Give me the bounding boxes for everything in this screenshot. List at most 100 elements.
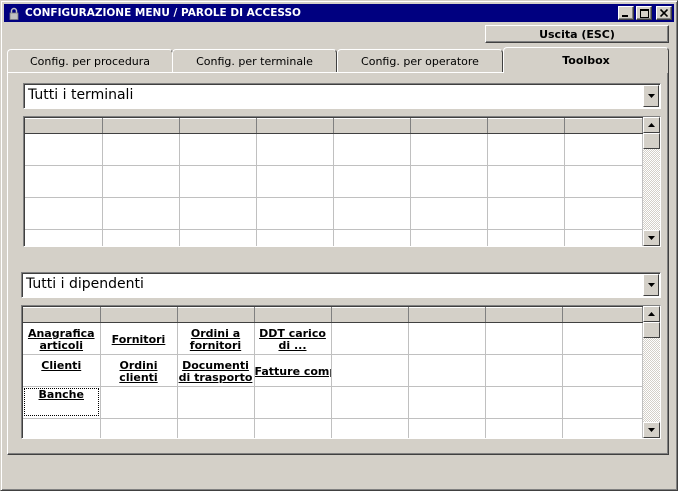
table-cell[interactable] xyxy=(487,165,565,198)
table-cell[interactable] xyxy=(100,418,178,438)
scroll-down-button[interactable] xyxy=(643,422,660,438)
table-cell[interactable] xyxy=(25,229,103,246)
column-header[interactable] xyxy=(256,118,334,134)
scroll-thumb[interactable] xyxy=(643,133,660,149)
table-cell[interactable] xyxy=(25,133,103,166)
table-cell[interactable] xyxy=(179,229,257,246)
column-header[interactable] xyxy=(254,307,332,323)
column-header[interactable] xyxy=(102,118,180,134)
table-cell[interactable] xyxy=(177,418,255,438)
column-header[interactable] xyxy=(487,118,565,134)
exit-button[interactable]: Uscita (ESC) xyxy=(485,25,669,43)
toolbox-link-fornitori[interactable]: Fornitori xyxy=(101,332,177,346)
tab-config-operatore[interactable]: Config. per operatore xyxy=(337,49,503,72)
table-cell[interactable] xyxy=(564,229,643,246)
table-cell[interactable] xyxy=(25,197,103,230)
toolbox-link-clienti[interactable]: Clienti xyxy=(23,358,99,384)
table-cell[interactable] xyxy=(487,229,565,246)
table-cell[interactable] xyxy=(408,354,486,387)
table-cell[interactable]: Documenti di trasporto xyxy=(177,354,255,387)
column-header[interactable] xyxy=(100,307,178,323)
column-header[interactable] xyxy=(562,307,643,323)
table-cell[interactable] xyxy=(23,418,101,438)
table-cell[interactable] xyxy=(410,197,488,230)
table-cell[interactable] xyxy=(102,229,180,246)
toolbox-link-anagrafica[interactable]: Anagrafica articoli xyxy=(23,326,99,352)
table-cell[interactable] xyxy=(256,165,334,198)
toolbox-link-documenti-trasporto[interactable]: Documenti di trasporto xyxy=(178,358,254,384)
table-cell[interactable] xyxy=(256,197,334,230)
column-header[interactable] xyxy=(408,307,486,323)
toolbox-link-ddt-carico[interactable]: DDT carico di ... xyxy=(255,326,331,352)
table-cell[interactable] xyxy=(254,418,332,438)
column-header[interactable] xyxy=(177,307,255,323)
table-cell[interactable] xyxy=(410,229,488,246)
table-cell[interactable] xyxy=(254,386,332,419)
table-cell[interactable]: Anagrafica articoli xyxy=(23,322,101,355)
terminals-scrollbar[interactable] xyxy=(643,117,660,246)
table-cell[interactable] xyxy=(331,418,409,438)
table-cell[interactable]: Clienti xyxy=(23,354,101,387)
table-cell[interactable] xyxy=(25,165,103,198)
scroll-down-button[interactable] xyxy=(643,230,660,246)
table-cell[interactable]: Ordini a fornitori xyxy=(177,322,255,355)
table-cell[interactable] xyxy=(333,165,411,198)
employees-scrollbar[interactable] xyxy=(643,306,660,438)
table-cell[interactable] xyxy=(564,197,643,230)
table-cell[interactable]: DDT carico di ... xyxy=(254,322,332,355)
table-cell[interactable]: Ordini clienti xyxy=(100,354,178,387)
tab-toolbox[interactable]: Toolbox xyxy=(503,47,669,73)
table-cell[interactable] xyxy=(100,386,178,419)
table-cell[interactable] xyxy=(331,322,409,355)
table-cell[interactable] xyxy=(487,133,565,166)
employees-dropdown[interactable]: Tutti i dipendenti xyxy=(21,272,661,298)
table-cell[interactable] xyxy=(102,197,180,230)
column-header[interactable] xyxy=(333,118,411,134)
terminals-dropdown[interactable]: Tutti i terminali xyxy=(23,83,661,109)
column-header[interactable] xyxy=(564,118,643,134)
table-cell[interactable] xyxy=(333,197,411,230)
toolbox-link-ordini-fornitori[interactable]: Ordini a fornitori xyxy=(178,326,254,352)
table-cell[interactable] xyxy=(408,418,486,438)
table-cell[interactable] xyxy=(333,133,411,166)
column-header[interactable] xyxy=(485,307,563,323)
column-header[interactable] xyxy=(331,307,409,323)
table-cell[interactable]: Fatture compagnatori xyxy=(254,354,332,387)
table-cell[interactable] xyxy=(408,322,486,355)
minimize-button[interactable] xyxy=(618,6,634,20)
table-cell[interactable] xyxy=(410,133,488,166)
table-cell[interactable] xyxy=(331,354,409,387)
toolbox-link-ordini-clienti[interactable]: Ordini clienti xyxy=(101,358,177,384)
table-cell[interactable]: Fornitori xyxy=(100,322,178,355)
tab-config-terminale[interactable]: Config. per terminale xyxy=(172,49,337,72)
column-header[interactable] xyxy=(23,307,101,323)
table-cell[interactable] xyxy=(179,165,257,198)
dropdown-button[interactable] xyxy=(643,85,659,107)
toolbox-link-fatture[interactable]: Fatture compagnatori xyxy=(255,364,331,378)
table-cell[interactable] xyxy=(179,197,257,230)
table-cell[interactable] xyxy=(562,354,643,387)
table-cell[interactable] xyxy=(487,197,565,230)
table-cell[interactable] xyxy=(485,354,563,387)
column-header[interactable] xyxy=(179,118,257,134)
table-cell[interactable] xyxy=(562,386,643,419)
table-cell[interactable] xyxy=(485,418,563,438)
table-cell[interactable] xyxy=(256,133,334,166)
scroll-up-button[interactable] xyxy=(643,306,660,322)
table-cell[interactable] xyxy=(177,386,255,419)
table-cell[interactable] xyxy=(562,322,643,355)
table-cell[interactable]: Banche xyxy=(23,386,101,419)
table-cell[interactable] xyxy=(179,133,257,166)
table-cell[interactable] xyxy=(562,418,643,438)
maximize-button[interactable] xyxy=(636,6,652,20)
table-cell[interactable] xyxy=(410,165,488,198)
table-cell[interactable] xyxy=(564,133,643,166)
table-cell[interactable] xyxy=(256,229,334,246)
toolbox-link-banche[interactable]: Banche xyxy=(23,387,99,417)
dropdown-button[interactable] xyxy=(643,274,659,296)
table-cell[interactable] xyxy=(102,165,180,198)
table-cell[interactable] xyxy=(333,229,411,246)
table-cell[interactable] xyxy=(331,386,409,419)
table-cell[interactable] xyxy=(564,165,643,198)
tab-config-procedura[interactable]: Config. per procedura xyxy=(7,49,173,72)
